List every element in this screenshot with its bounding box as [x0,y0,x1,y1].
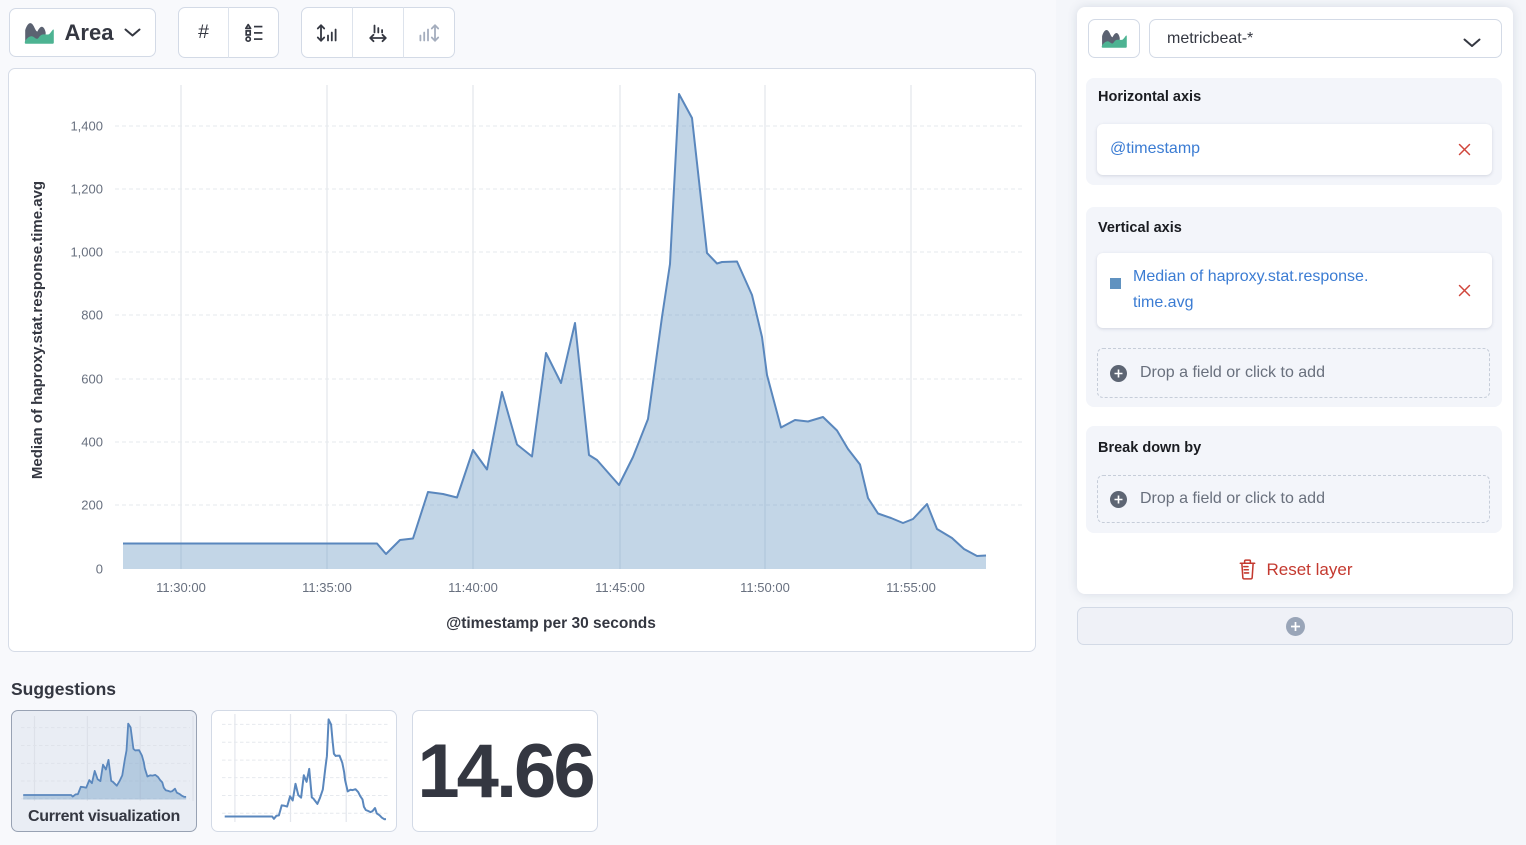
svg-text:11:35:00: 11:35:00 [302,580,352,595]
svg-text:600: 600 [81,372,103,387]
svg-text:11:50:00: 11:50:00 [740,580,790,595]
svg-text:200: 200 [81,498,103,513]
svg-text:1,000: 1,000 [70,245,103,260]
svg-text:11:55:00: 11:55:00 [886,580,936,595]
svg-text:Median of haproxy.stat.respons: Median of haproxy.stat.response.time.avg [29,181,46,479]
svg-text:11:40:00: 11:40:00 [448,580,498,595]
svg-text:1,200: 1,200 [70,182,103,197]
svg-text:400: 400 [81,435,103,450]
svg-text:11:45:00: 11:45:00 [595,580,645,595]
svg-text:800: 800 [81,308,103,323]
svg-text:11:30:00: 11:30:00 [156,580,206,595]
svg-text:1,400: 1,400 [70,119,103,134]
svg-text:0: 0 [96,562,103,577]
svg-text:@timestamp per 30 seconds: @timestamp per 30 seconds [446,615,656,632]
